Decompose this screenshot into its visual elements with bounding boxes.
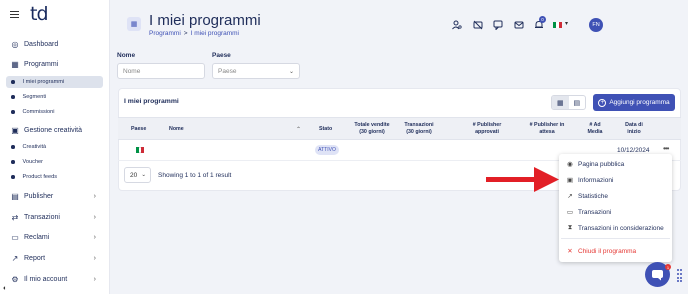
chevron-down-icon: ⌄ (141, 172, 146, 178)
bullet-icon (11, 175, 15, 179)
sidebar-subitem-creativita[interactable]: Creatività (6, 141, 103, 153)
col-transazioni[interactable]: Transazioni (30 giorni) (401, 122, 437, 136)
bullet-icon (11, 145, 15, 149)
pending-icon: ⧗ (567, 224, 573, 231)
sort-up-icon[interactable]: ⌃ (296, 126, 301, 133)
sidebar-subitem-i-miei-programmi[interactable]: I miei programmi (6, 76, 103, 88)
more-actions-icon[interactable]: ••• (663, 144, 669, 153)
menu-item-chiudi-programma[interactable]: ✕ Chiudi il programma (566, 245, 636, 257)
paese-select[interactable]: Paese ⌄ (212, 63, 300, 79)
drag-handle-icon[interactable] (677, 269, 682, 283)
sidebar-item-dashboard[interactable]: ◎ Dashboard (6, 38, 104, 51)
publisher-icon: ▤ (11, 192, 19, 201)
claims-icon: ▭ (11, 233, 19, 242)
info-icon: ▣ (566, 177, 574, 184)
sidebar-subitem-voucher[interactable]: Voucher (6, 156, 103, 168)
transactions-icon: ⇄ (11, 213, 19, 222)
mail-icon[interactable] (514, 20, 524, 30)
chat-bubble-icon (652, 269, 663, 280)
col-ad-media[interactable]: # Ad Media (584, 122, 606, 136)
plus-icon: + (598, 98, 607, 107)
bullet-icon (11, 95, 15, 99)
sidebar-subitem-segmenti[interactable]: Segmenti (6, 91, 103, 103)
nome-input[interactable]: Nome (117, 63, 205, 79)
notification-badge: 0 (539, 16, 546, 23)
chevron-right-icon: › (93, 234, 96, 241)
paese-label: Paese (212, 52, 231, 59)
brand-logo[interactable]: td (30, 3, 48, 25)
nome-label: Nome (117, 52, 136, 59)
sidebar-item-report[interactable]: ↗ Report › (6, 252, 104, 265)
col-paese[interactable]: Paese (131, 126, 146, 133)
sidebar-item-publisher[interactable]: ▤ Publisher › (6, 190, 104, 203)
menu-item-transazioni[interactable]: ▭ Transazioni (566, 206, 611, 218)
sidebar-item-programmi[interactable]: ▦ Programmi (6, 58, 104, 71)
table-view-icon[interactable]: ▦ (552, 96, 569, 109)
menu-item-informazioni[interactable]: ▣ Informazioni (566, 174, 613, 186)
col-nome[interactable]: Nome (169, 126, 184, 133)
chevron-right-icon: › (93, 193, 96, 200)
chevron-down-icon[interactable]: ▾ (565, 20, 568, 27)
pagination-info: Showing 1 to 1 of 1 result (158, 172, 232, 179)
bullet-icon (11, 80, 15, 84)
status-badge: ATTIVO (315, 145, 339, 155)
creative-icon: ▣ (11, 126, 19, 135)
chevron-down-icon: ⌄ (288, 68, 294, 75)
col-publisher-attesa[interactable]: # Publisher in attesa (526, 122, 568, 136)
account-icon: ⚙ (11, 275, 19, 284)
dashboard-icon: ◎ (11, 40, 19, 49)
sidebar-subitem-commissioni[interactable]: Commissioni (6, 106, 103, 118)
users-search-icon[interactable] (452, 20, 462, 30)
grid-view-icon[interactable]: ▤ (569, 96, 586, 109)
menu-item-pagina-pubblica[interactable]: ◉ Pagina pubblica (566, 158, 624, 170)
breadcrumb: Programmi > I miei programmi (149, 30, 239, 37)
stats-icon: ↗ (567, 193, 573, 200)
col-totale-vendite[interactable]: Totale vendite (30 giorni) (350, 122, 394, 136)
bullet-icon (11, 160, 15, 164)
breadcrumb-separator: > (183, 30, 188, 37)
menu-item-transazioni-considerazione[interactable]: ⧗ Transazioni in considerazione (566, 222, 664, 234)
red-arrow-annotation (486, 167, 559, 192)
bullet-icon (11, 110, 15, 114)
chevron-right-icon: › (93, 214, 96, 221)
avatar[interactable]: FN (589, 18, 603, 32)
report-icon: ↗ (11, 254, 19, 263)
breadcrumb-parent[interactable]: Programmi (149, 30, 181, 37)
sidebar-item-gestione-creativita[interactable]: ▣ Gestione creatività (6, 124, 104, 137)
sidebar-item-reclami[interactable]: ▭ Reclami › (6, 231, 104, 244)
sidebar-item-transazioni[interactable]: ⇄ Transazioni › (6, 211, 104, 224)
menu-toggle-icon[interactable] (10, 11, 19, 18)
italy-flag-icon[interactable] (553, 22, 562, 28)
eye-icon: ◉ (567, 161, 573, 168)
chat-badge: 1 (665, 264, 671, 270)
view-toggle: ▦ ▤ (551, 95, 586, 110)
sidebar-subitem-product-feeds[interactable]: Product feeds (6, 171, 103, 183)
dark-mode-icon[interactable]: ◐ (3, 285, 10, 292)
transactions-icon: ▭ (566, 209, 574, 216)
breadcrumb-current: I miei programmi (190, 30, 239, 37)
calendar-icon: ▦ (127, 17, 141, 31)
chat-icon[interactable] (493, 20, 503, 30)
italy-flag-icon (136, 147, 145, 153)
page-title: I miei programmi (149, 12, 261, 29)
hidden-icon[interactable] (473, 20, 483, 30)
sidebar-item-il-mio-account[interactable]: ⚙ Il mio account › (6, 273, 104, 286)
col-publisher-approvati[interactable]: # Publisher approvati (467, 122, 507, 136)
col-data-inizio[interactable]: Data di inizio (621, 122, 647, 136)
start-date-cell: 10/12/2024 (617, 147, 650, 154)
add-program-button[interactable]: + Aggiungi programma (593, 94, 675, 111)
programs-icon: ▦ (11, 60, 19, 69)
close-icon: ✕ (567, 248, 573, 255)
menu-item-statistiche[interactable]: ↗ Statistiche (566, 190, 608, 202)
chevron-right-icon: › (93, 255, 96, 262)
chevron-right-icon: › (93, 276, 96, 283)
menu-divider (561, 238, 670, 239)
card-title: I miei programmi (124, 98, 179, 105)
col-stato[interactable]: Stato (319, 126, 332, 133)
per-page-select[interactable]: 20 ⌄ (124, 167, 151, 183)
